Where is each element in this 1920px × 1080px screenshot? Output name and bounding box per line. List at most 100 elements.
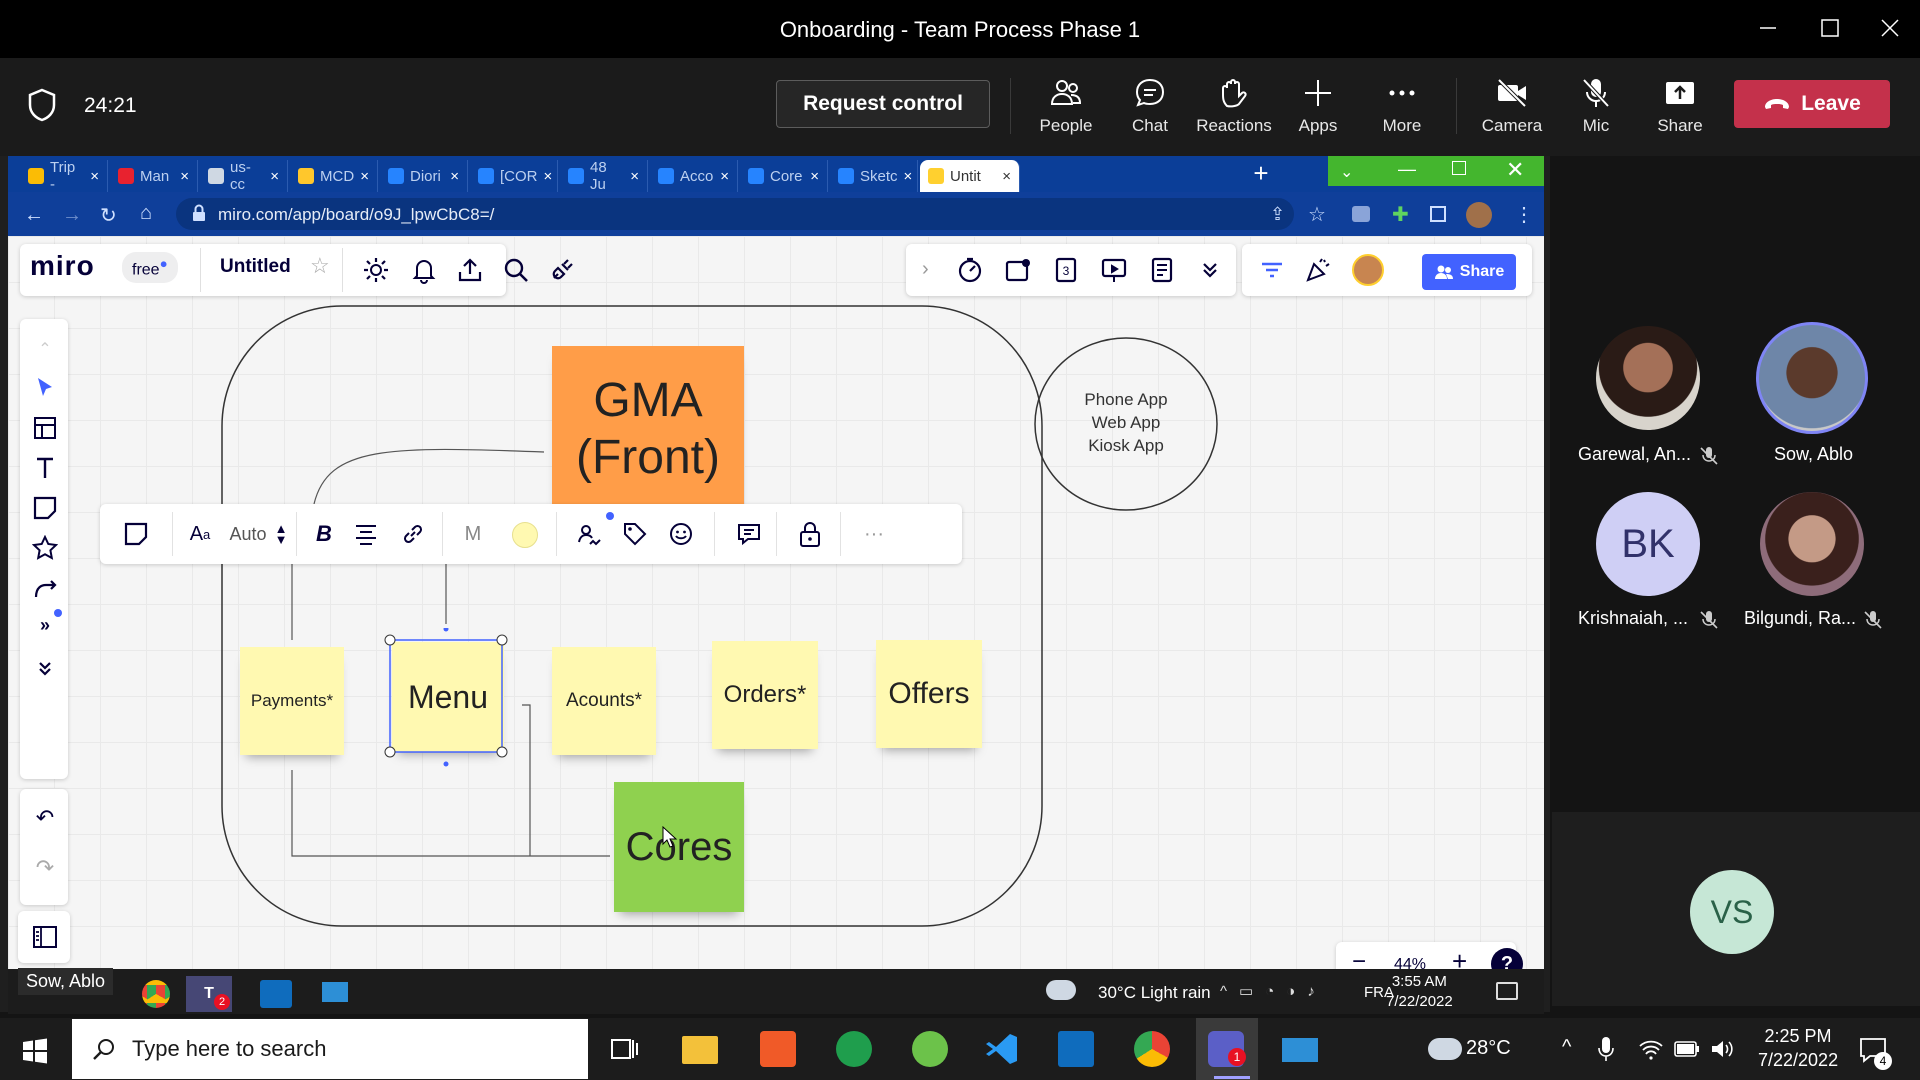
office-app-icon[interactable] bbox=[760, 1031, 796, 1067]
wifi-icon[interactable] bbox=[1638, 1038, 1664, 1060]
camera-button[interactable]: Camera bbox=[1472, 76, 1552, 146]
filter-icon[interactable] bbox=[1258, 256, 1286, 284]
chrome-taskbar-icon[interactable] bbox=[1134, 1031, 1170, 1067]
request-control-button[interactable]: Request control bbox=[776, 80, 990, 128]
close-tab-icon[interactable]: × bbox=[450, 168, 459, 185]
close-tab-icon[interactable]: × bbox=[810, 168, 819, 185]
taskbar-clock[interactable]: 2:25 PM 7/22/2022 bbox=[1758, 1024, 1838, 1072]
remote-weather[interactable]: 30°C Light rain bbox=[1098, 983, 1211, 1003]
board-title[interactable]: Untitled bbox=[220, 256, 291, 278]
browser-tab[interactable]: Core × bbox=[740, 160, 828, 192]
remote-notification-icon[interactable] bbox=[1496, 982, 1518, 1000]
browser-tab[interactable]: Man × bbox=[110, 160, 198, 192]
font-size-value[interactable]: Auto bbox=[218, 504, 278, 564]
browser-tab[interactable]: Sketc × bbox=[830, 160, 918, 192]
notes-icon[interactable] bbox=[1148, 256, 1176, 284]
close-tab-icon[interactable]: × bbox=[1002, 168, 1011, 185]
apps-button[interactable]: Apps bbox=[1278, 76, 1358, 146]
outlook-taskbar-icon[interactable] bbox=[1058, 1031, 1094, 1067]
miro-share-button[interactable]: Share bbox=[1422, 254, 1516, 290]
spring-icon[interactable] bbox=[912, 1031, 948, 1067]
sticky-acounts[interactable]: Acounts* bbox=[552, 647, 656, 755]
browser-tab[interactable]: MCD × bbox=[290, 160, 378, 192]
leave-button[interactable]: Leave bbox=[1734, 80, 1890, 128]
close-tab-icon[interactable]: × bbox=[720, 168, 729, 185]
countdown-icon[interactable]: 3 bbox=[1052, 256, 1080, 284]
close-tab-icon[interactable]: × bbox=[630, 168, 639, 185]
home-icon[interactable]: ⌂ bbox=[140, 202, 152, 225]
presentation-icon[interactable] bbox=[1100, 256, 1128, 284]
sticky-note-tool-icon[interactable] bbox=[32, 495, 58, 521]
miro-board-canvas[interactable]: GMA (Front) Phone App Web App Kiosk App … bbox=[8, 236, 1544, 969]
weather-temp[interactable]: 28°C bbox=[1466, 1037, 1511, 1060]
celebrate-icon[interactable] bbox=[1304, 256, 1332, 284]
chat-button[interactable]: Chat bbox=[1110, 76, 1190, 146]
align-center-icon[interactable] bbox=[354, 523, 378, 545]
font-icon[interactable]: Aa bbox=[180, 504, 220, 564]
sticky-payments[interactable]: Payments* bbox=[240, 647, 344, 755]
remote-clock[interactable]: 3:55 AM 7/22/2022 bbox=[1386, 972, 1453, 1012]
plug-icon[interactable] bbox=[548, 256, 576, 284]
browser-tab[interactable]: Diori × bbox=[380, 160, 468, 192]
new-tab-button[interactable]: + bbox=[1248, 158, 1274, 188]
extension-icon[interactable] bbox=[1352, 206, 1370, 222]
chrome-icon[interactable] bbox=[142, 980, 170, 1008]
tray-mic-icon[interactable] bbox=[1598, 1036, 1614, 1062]
chrome-restore-button[interactable] bbox=[1452, 161, 1466, 175]
vscode-icon[interactable] bbox=[984, 1031, 1020, 1067]
redo-icon[interactable]: ↷ bbox=[32, 855, 58, 881]
search-icon[interactable] bbox=[502, 256, 530, 284]
browser-tab[interactable]: Trip - × bbox=[20, 159, 108, 193]
color-swatch[interactable] bbox=[512, 522, 538, 548]
double-chevron-down-icon[interactable] bbox=[1196, 256, 1224, 284]
close-tab-icon[interactable]: × bbox=[270, 168, 279, 185]
browser-tab[interactable]: Untit × bbox=[920, 160, 1020, 192]
bold-icon[interactable]: B bbox=[304, 504, 344, 564]
bell-icon[interactable] bbox=[410, 256, 438, 284]
link-icon[interactable] bbox=[400, 521, 426, 547]
close-tab-icon[interactable]: × bbox=[180, 168, 189, 185]
sticky-offers[interactable]: Offers bbox=[876, 640, 982, 748]
close-tab-icon[interactable]: × bbox=[90, 168, 99, 185]
maximize-button[interactable] bbox=[1810, 10, 1850, 46]
reload-icon[interactable]: ↻ bbox=[100, 203, 117, 228]
browser-tab[interactable]: 48 Ju × bbox=[560, 159, 648, 193]
more-button[interactable]: More bbox=[1362, 76, 1442, 146]
self-avatar[interactable]: VS bbox=[1690, 870, 1774, 954]
text-tool-icon[interactable] bbox=[32, 455, 58, 481]
file-explorer-icon[interactable] bbox=[682, 1036, 718, 1064]
sidebar-toggle-icon[interactable] bbox=[32, 925, 58, 949]
templates-icon[interactable] bbox=[32, 415, 58, 441]
participant-avatar-bilgundi[interactable] bbox=[1760, 492, 1864, 596]
close-button[interactable] bbox=[1870, 10, 1910, 46]
collaborator-avatar[interactable] bbox=[1352, 254, 1384, 286]
browser-tab[interactable]: us-cc × bbox=[200, 159, 288, 193]
voting-icon[interactable] bbox=[1004, 256, 1032, 284]
chrome-close-button[interactable]: ✕ bbox=[1506, 157, 1524, 183]
system-tray-icons[interactable]: ^▭◔◑♪ bbox=[1220, 982, 1327, 1000]
expand-down-icon[interactable] bbox=[32, 655, 58, 681]
remote-desktop-icon[interactable] bbox=[322, 982, 348, 1002]
sidepanel-icon[interactable] bbox=[1430, 206, 1446, 222]
collapse-up-icon[interactable]: ⌃ bbox=[32, 339, 58, 365]
participant-avatar-sow[interactable] bbox=[1756, 322, 1868, 434]
sticky-size-value[interactable]: M bbox=[450, 504, 496, 564]
select-tool-icon[interactable] bbox=[32, 375, 58, 401]
remote-desktop-taskbar-icon[interactable] bbox=[1282, 1038, 1318, 1062]
puzzle-icon[interactable]: ✚ bbox=[1392, 202, 1409, 227]
participant-avatar-garewal[interactable] bbox=[1596, 326, 1700, 430]
star-icon[interactable]: ☆ bbox=[310, 253, 330, 279]
undo-icon[interactable]: ↶ bbox=[32, 805, 58, 831]
bookmark-star-icon[interactable]: ☆ bbox=[1308, 202, 1326, 227]
font-size-stepper[interactable]: ▲ ▼ bbox=[270, 504, 292, 564]
timer-icon[interactable] bbox=[956, 256, 984, 284]
comment-icon[interactable] bbox=[736, 521, 762, 547]
connection-line-icon[interactable] bbox=[32, 575, 58, 601]
circle-text[interactable]: Phone App Web App Kiosk App bbox=[1048, 388, 1204, 457]
mic-button[interactable]: Mic bbox=[1556, 76, 1636, 146]
miro-logo[interactable]: miro bbox=[30, 250, 95, 282]
windows-start-icon[interactable] bbox=[22, 1038, 48, 1064]
assign-icon[interactable] bbox=[576, 520, 604, 548]
close-tab-icon[interactable]: × bbox=[904, 168, 913, 185]
zoom-level[interactable]: 44% bbox=[1394, 956, 1426, 969]
